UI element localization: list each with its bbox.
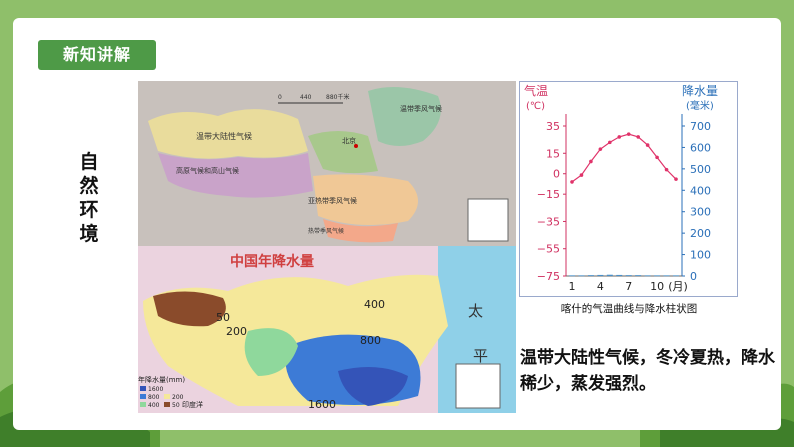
right-tick-label: 400 xyxy=(690,184,711,197)
legend-value: 800 xyxy=(148,394,160,401)
temperature-point xyxy=(645,143,650,147)
temperature-point xyxy=(598,147,603,151)
region-label: 温带大陆性气候 xyxy=(196,131,252,141)
precipitation-map-graphic: 中国年降水量 50 200 400 800 1600 太 平 洋 年降水量(mm… xyxy=(138,246,516,413)
x-axis-unit: (月) xyxy=(668,280,688,293)
side-label-char: 自 xyxy=(79,151,99,173)
inset-map xyxy=(467,198,509,242)
temperature-point xyxy=(636,135,640,139)
right-tick-label: 200 xyxy=(690,227,711,240)
section-tag: 新知讲解 xyxy=(38,40,156,70)
temperature-point xyxy=(664,167,669,172)
precipitation-bar xyxy=(569,275,575,277)
precipitation-bar xyxy=(587,275,594,276)
left-axis-unit: (℃) xyxy=(526,101,545,112)
side-label-char: 然 xyxy=(79,175,99,197)
left-tick-label: 35 xyxy=(546,120,560,133)
x-tick-label: 10 xyxy=(650,280,664,293)
left-tick-label: −15 xyxy=(537,188,560,201)
precipitation-bar xyxy=(673,275,679,277)
climate-chart: 气温 (℃) 降水量 (毫米) 35 15 0 −15 −35 −55 −75 700 600… xyxy=(519,81,738,297)
sea-label: 平 xyxy=(473,347,488,365)
side-label: 自 然 环 境 xyxy=(74,150,104,246)
legend-value: 200 xyxy=(172,394,184,401)
precipitation-bar xyxy=(578,275,585,277)
right-tick-label: 600 xyxy=(690,141,711,154)
climate-map-graphic: 0 440 880千米 温带大陆性气候 高原气候和高山气候 亚热带季风气候 热带… xyxy=(138,81,516,246)
legend-title: 年降水量(mm) xyxy=(138,375,185,384)
precipitation-bar xyxy=(625,275,632,276)
contour-label: 200 xyxy=(226,325,247,338)
temperature-point xyxy=(579,173,584,177)
side-label-char: 境 xyxy=(79,223,99,245)
precipitation-bar xyxy=(616,274,623,276)
contour-label: 1600 xyxy=(308,398,336,411)
precipitation-bar xyxy=(654,275,661,277)
map-title: 中国年降水量 xyxy=(230,253,314,270)
city-label: 北京 xyxy=(342,136,356,145)
legend-note: 印度洋 xyxy=(182,400,203,409)
left-tick-label: 0 xyxy=(553,168,560,181)
legend-value: 1600 xyxy=(148,386,163,393)
chart-caption: 喀什的气温曲线与降水柱状图 xyxy=(560,303,698,315)
right-axis-unit: (毫米) xyxy=(686,99,714,112)
temperature-point xyxy=(674,177,678,181)
precipitation-bar xyxy=(644,275,651,277)
side-label-char: 环 xyxy=(79,199,99,221)
x-tick-label: 1 xyxy=(569,280,576,293)
inset-map xyxy=(455,363,501,409)
precipitation-bar xyxy=(597,274,604,276)
temperature-point xyxy=(608,140,612,145)
precipitation-bar xyxy=(663,275,670,277)
scale-tick: 440 xyxy=(300,94,312,101)
left-tick-label: 15 xyxy=(546,147,560,160)
precipitation-map: 中国年降水量 50 200 400 800 1600 太 平 洋 年降水量(mm… xyxy=(138,246,516,413)
climate-map: 0 440 880千米 温带大陆性气候 高原气候和高山气候 亚热带季风气候 热带… xyxy=(138,81,516,246)
left-tick-label: −75 xyxy=(537,270,560,283)
legend-value: 50 xyxy=(172,402,180,409)
temperature-point xyxy=(655,155,659,160)
region-label: 亚热带季风气候 xyxy=(308,196,357,205)
left-axis-title: 气温 xyxy=(524,83,548,98)
legend-value: 400 xyxy=(148,402,160,409)
right-tick-label: 0 xyxy=(690,270,697,283)
x-tick-label: 7 xyxy=(625,280,632,293)
scale-tick: 880千米 xyxy=(326,93,349,101)
right-tick-label: 100 xyxy=(690,249,711,262)
climate-description: 温带大陆性气候，冬冷夏热，降水稀少，蒸发强烈。 xyxy=(520,348,775,394)
temperature-point xyxy=(617,135,622,139)
right-tick-label: 500 xyxy=(690,163,711,176)
right-tick-label: 300 xyxy=(690,206,711,219)
climate-chart-svg: 气温 (℃) 降水量 (毫米) 35 15 0 −15 −35 −55 −75 700 600… xyxy=(524,83,718,293)
left-tick-label: −55 xyxy=(537,243,560,256)
contour-label: 800 xyxy=(360,334,381,347)
x-tick-label: 4 xyxy=(597,280,604,293)
section-tag-label: 新知讲解 xyxy=(62,45,131,64)
temperature-point xyxy=(589,159,593,164)
precipitation-bar xyxy=(606,274,613,276)
temperature-point xyxy=(626,132,631,136)
right-tick-label: 700 xyxy=(690,120,711,133)
scale-tick: 0 xyxy=(278,94,282,101)
region-label: 热带季风气候 xyxy=(308,227,344,235)
temperature-line xyxy=(571,133,677,183)
right-axis-title: 降水量 xyxy=(682,84,718,98)
temperature-point xyxy=(570,180,574,184)
contour-label: 50 xyxy=(216,311,230,324)
precipitation-bar xyxy=(635,275,642,276)
region-label: 温带季风气候 xyxy=(400,104,442,113)
sea-label: 太 xyxy=(468,302,483,320)
contour-label: 400 xyxy=(364,298,385,311)
region-label: 高原气候和高山气候 xyxy=(176,166,239,175)
left-tick-label: −35 xyxy=(537,215,560,228)
